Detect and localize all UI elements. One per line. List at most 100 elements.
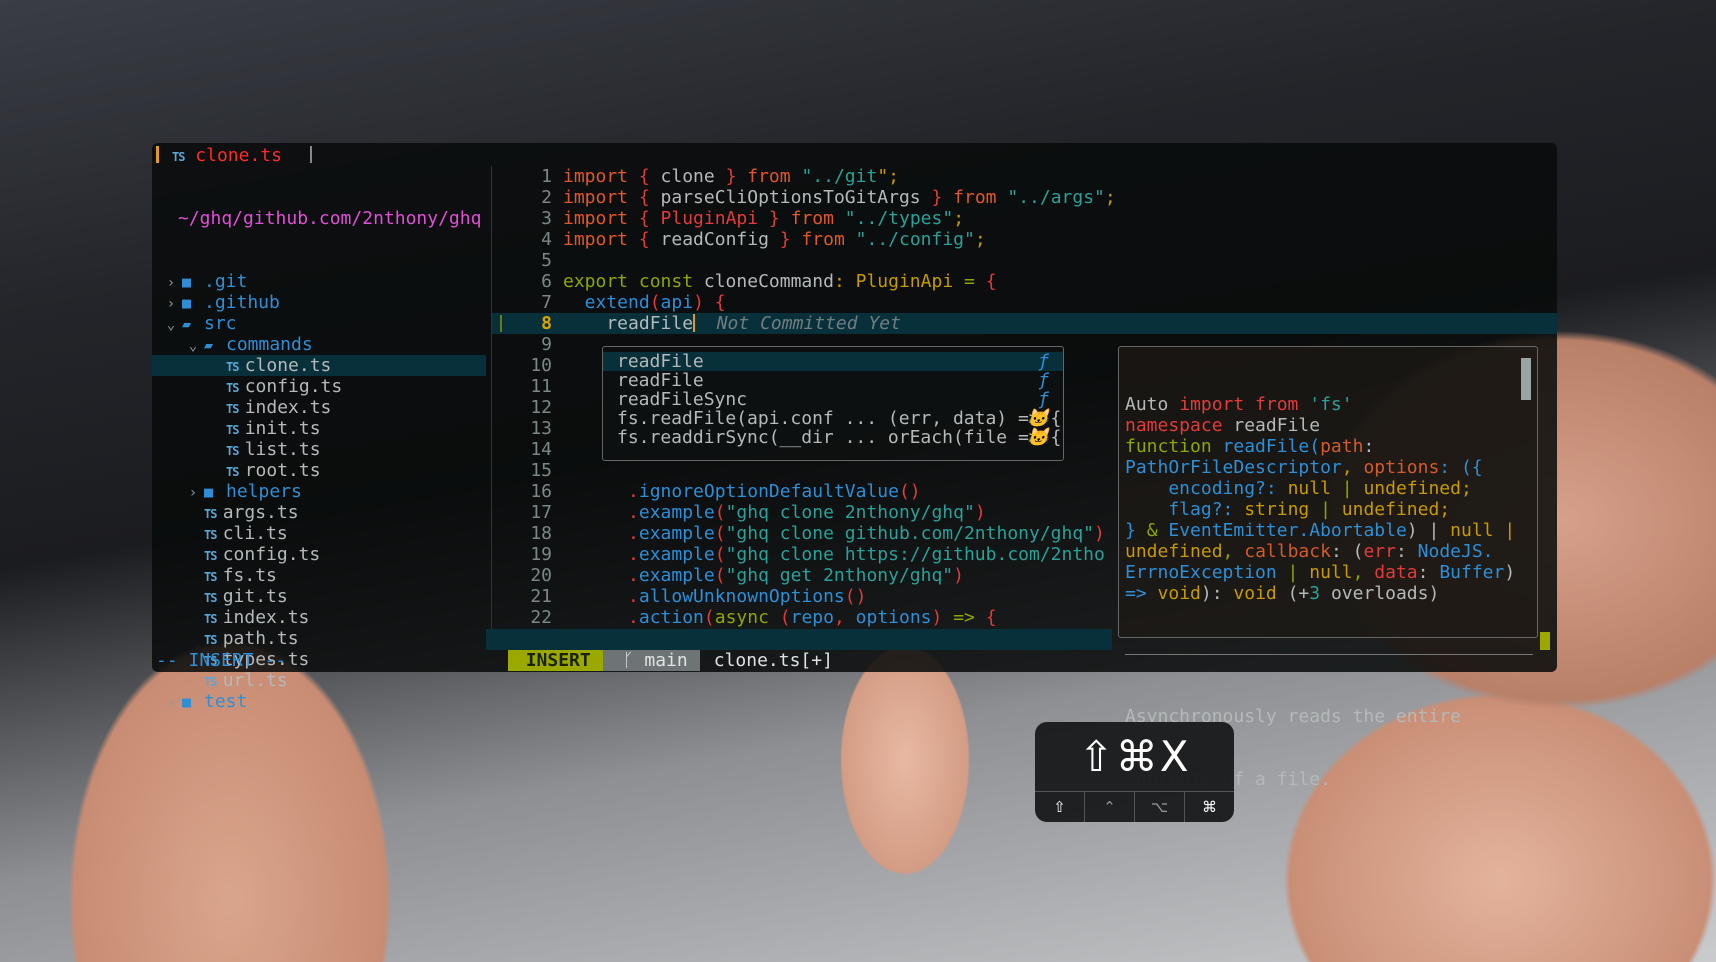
tab-clone-ts[interactable]: TS clone.ts <box>172 145 282 168</box>
completion-item[interactable]: fs.readFile(api.conf ... (err, data) => … <box>603 409 1063 428</box>
tree-file[interactable]: TS config.ts <box>152 544 486 565</box>
tree-file[interactable]: TS init.ts <box>152 418 486 439</box>
doc-token: readFile <box>1222 415 1321 436</box>
typescript-icon: TS <box>226 360 245 374</box>
chevron-right-icon[interactable]: › <box>182 483 204 504</box>
code-token: "../types" <box>833 208 954 229</box>
line-number: 22 <box>530 607 552 628</box>
code-token: example <box>638 502 715 523</box>
code-line[interactable]: 3 import { PluginApi } from "../types"; <box>492 208 1557 229</box>
tree-item-label: args.ts <box>222 502 299 523</box>
line-number: 7 <box>541 292 552 313</box>
code-token: ( <box>649 292 661 313</box>
tree-file[interactable]: TS url.ts <box>152 670 486 691</box>
doc-scrollbar[interactable] <box>1521 358 1531 400</box>
doc-token: : ({ <box>1439 457 1483 478</box>
typescript-icon: TS <box>172 150 185 164</box>
code-line[interactable]: 5 <box>492 250 1557 271</box>
tree-file[interactable]: TS cli.ts <box>152 523 486 544</box>
typescript-icon: TS <box>226 444 245 458</box>
completion-label: readFileSync <box>617 389 748 410</box>
completion-item[interactable]: readFile ƒ <box>603 352 1063 371</box>
tree-folder[interactable]: ⌄ ▰ src <box>152 313 486 334</box>
tree-file[interactable]: TS path.ts <box>152 628 486 649</box>
doc-signature-line: undefined, callback: (err: NodeJS. <box>1125 541 1537 562</box>
code-line[interactable]: 6 export const cloneCommand: PluginApi = … <box>492 271 1557 292</box>
tree-folder[interactable]: › ■ .github <box>152 292 486 313</box>
code-line[interactable]: 8 readFile Not Committed Yet <box>492 313 1557 334</box>
neovim-terminal-window: TS clone.ts ~/ghq/github.com/2nthony/ghq… <box>152 143 1557 790</box>
doc-token: path <box>1320 436 1364 457</box>
tree-file[interactable]: TS index.ts <box>152 607 486 628</box>
doc-token: function <box>1125 436 1212 457</box>
code-token: } <box>714 166 748 187</box>
tree-file[interactable]: TS args.ts <box>152 502 486 523</box>
typescript-icon: TS <box>204 570 223 584</box>
tree-file[interactable]: TS root.ts <box>152 460 486 481</box>
completion-item[interactable]: readFile ƒ <box>603 371 1063 390</box>
doc-token: options <box>1363 457 1440 478</box>
code-token: extend <box>563 292 650 313</box>
tree-folder[interactable]: › ■ helpers <box>152 481 486 502</box>
code-token: ( <box>703 607 715 628</box>
chevron-right-icon[interactable]: › <box>160 294 182 315</box>
doc-token: err <box>1363 541 1396 562</box>
code-token: : <box>833 271 856 292</box>
chevron-down-icon[interactable]: ⌄ <box>182 336 204 357</box>
tree-folder[interactable]: ⌄ ▰ commands <box>152 334 486 355</box>
code-token: { <box>985 271 997 292</box>
typescript-icon: TS <box>204 528 223 542</box>
doc-token: null <box>1309 562 1353 583</box>
code-token: clone <box>660 166 715 187</box>
code-line[interactable]: 1 import { clone } from "../git"; <box>492 166 1557 187</box>
line-number: 14 <box>530 439 552 460</box>
code-token: ( <box>768 607 791 628</box>
completion-item[interactable]: fs.readdirSync(__dir ... orEach(file => … <box>603 428 1063 447</box>
code-token: ( <box>714 502 726 523</box>
tree-item-label: index.ts <box>244 397 332 418</box>
code-token: import <box>563 166 629 187</box>
doc-token: , <box>1222 541 1245 562</box>
line-number: 3 <box>541 208 552 229</box>
completion-label: readFile <box>617 351 704 372</box>
tree-item-label: root.ts <box>244 460 321 481</box>
completion-label: readFile <box>617 370 704 391</box>
code-token: . <box>563 544 639 565</box>
tab-indicator <box>156 146 159 163</box>
tree-file[interactable]: TS git.ts <box>152 586 486 607</box>
modifier-keys: ⇧ ⌃ ⌥ ⌘ <box>1035 791 1234 822</box>
doc-token: & <box>1146 520 1169 541</box>
code-line[interactable]: 4 import { readConfig } from "../config"; <box>492 229 1557 250</box>
tree-file[interactable]: TS clone.ts <box>152 355 486 376</box>
tree-item-label: list.ts <box>244 439 321 460</box>
typescript-icon: TS <box>204 675 223 689</box>
tree-item-label: init.ts <box>244 418 321 439</box>
command-line[interactable]: -- INSERT -- <box>156 650 286 671</box>
completion-item[interactable]: readFileSync ƒ <box>603 390 1063 409</box>
tree-file[interactable]: TS fs.ts <box>152 565 486 586</box>
code-token: } <box>758 208 791 229</box>
code-token: => <box>953 607 975 628</box>
tree-folder[interactable]: › ■ .git <box>152 271 486 292</box>
shift-key-icon: ⇧ <box>1053 798 1066 816</box>
tree-item-label: fs.ts <box>222 565 277 586</box>
tree-folder[interactable]: › ■ test <box>152 691 486 712</box>
line-number: 13 <box>530 418 552 439</box>
chevron-right-icon[interactable]: › <box>160 273 182 294</box>
code-token: " <box>790 166 813 187</box>
chevron-down-icon[interactable]: ⌄ <box>160 315 182 336</box>
git-branch-icon: ᚴ <box>622 650 634 671</box>
code-token: ( <box>714 544 726 565</box>
doc-token: Buffer <box>1439 562 1505 583</box>
code-token: options <box>855 607 932 628</box>
chevron-right-icon[interactable]: › <box>160 693 182 714</box>
typescript-icon: TS <box>204 507 223 521</box>
command-key-icon: ⌘ <box>1184 792 1234 822</box>
code-line[interactable]: 2 import { parseCliOptionsToGitArgs } fro… <box>492 187 1557 208</box>
scrollbar-thumb[interactable] <box>1540 632 1550 650</box>
tree-file[interactable]: TS config.ts <box>152 376 486 397</box>
tree-file[interactable]: TS index.ts <box>152 397 486 418</box>
folder-icon: ■ <box>182 273 192 291</box>
code-line[interactable]: 7 extend(api) { <box>492 292 1557 313</box>
tree-file[interactable]: TS list.ts <box>152 439 486 460</box>
